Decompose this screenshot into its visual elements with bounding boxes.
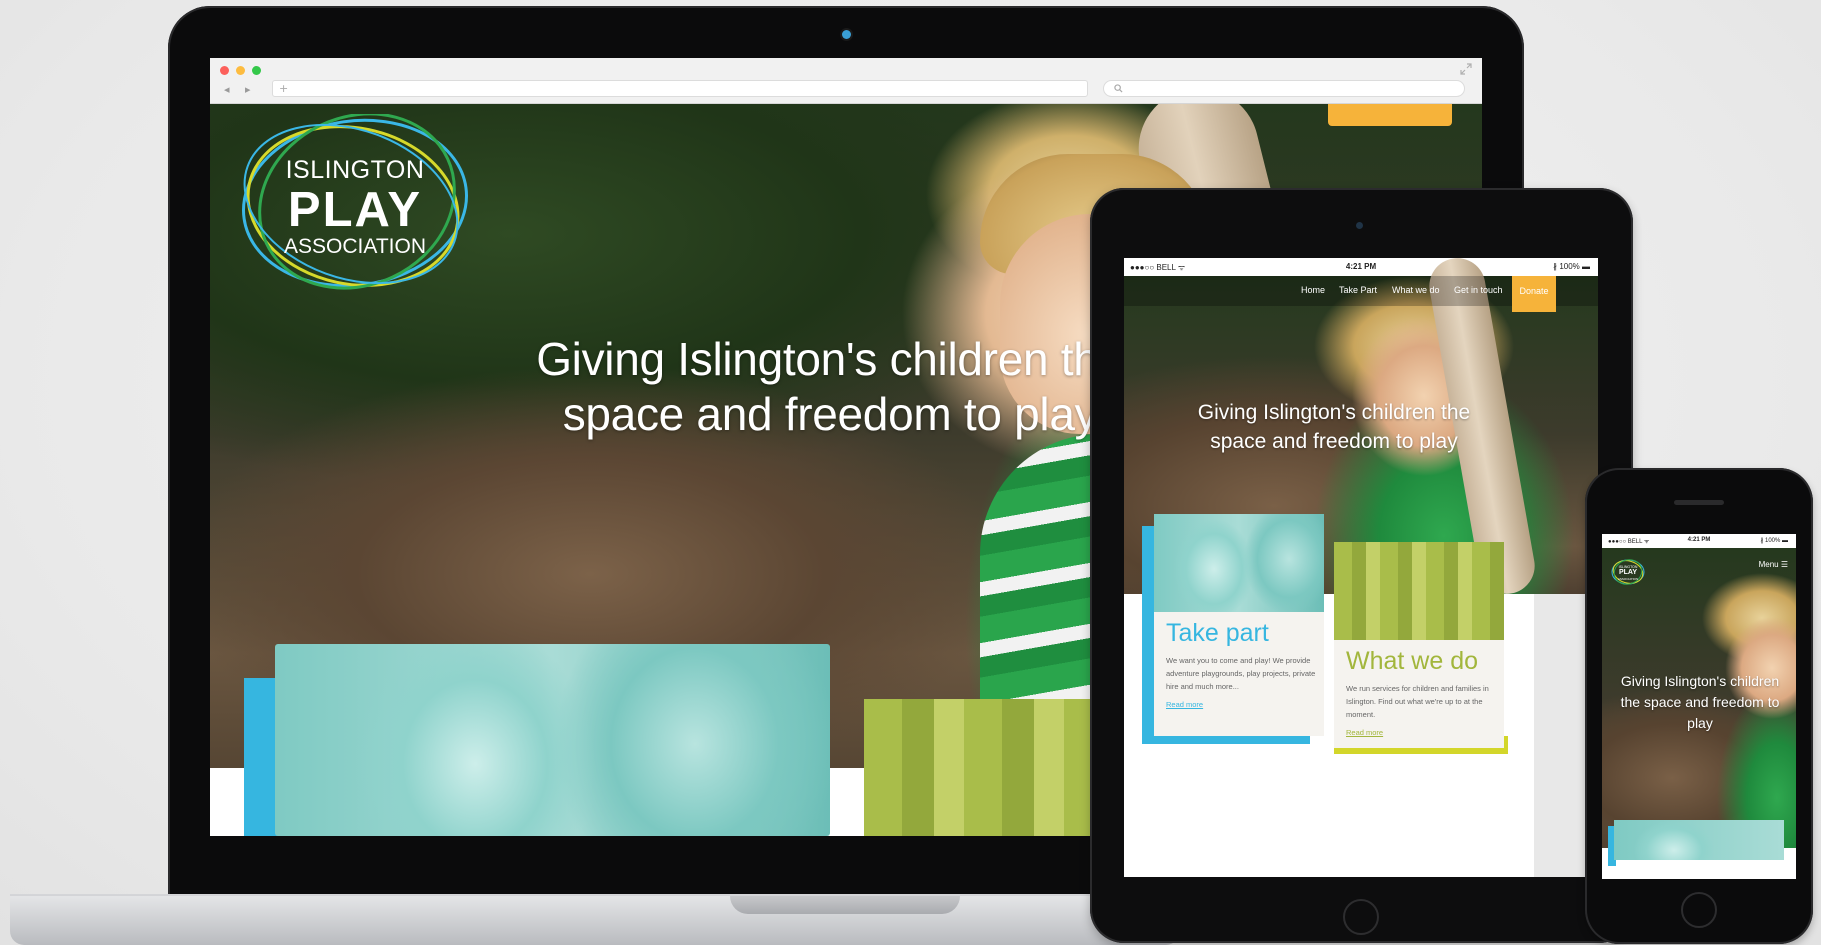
status-time: 4:21 PM <box>1345 262 1377 271</box>
take-part-card-image <box>1154 514 1324 612</box>
take-part-card-title: Take part <box>1166 619 1269 647</box>
logo-text-islington: ISLINGTON <box>285 156 425 184</box>
device-mockup-stage: ◂ ▸ + ISLINGTON PLAY ASSOCIATION Giving … <box>0 0 1821 945</box>
new-tab-icon[interactable]: + <box>279 82 288 95</box>
phone-home-button[interactable] <box>1681 892 1717 928</box>
take-part-card[interactable]: Take part We want you to come and play! … <box>1154 514 1324 736</box>
what-we-do-card-body: We run services for children and familie… <box>1346 684 1489 719</box>
what-we-do-read-more-link[interactable]: Read more <box>1346 728 1383 737</box>
tablet-frame: ●●●○○ BELL ᯤ 4:21 PM ∦ 100% ▬ Home Take … <box>1090 188 1633 943</box>
tablet-camera <box>1356 222 1363 229</box>
browser-chrome: ◂ ▸ + <box>210 58 1482 104</box>
logo-text-association: ASSOCIATION <box>284 235 426 258</box>
expand-icon[interactable] <box>1460 63 1472 75</box>
phone-screen: ●●●○○ BELL ᯤ 4:21 PM ∦ 100% ▬ ISLINGTON … <box>1602 534 1796 879</box>
take-part-read-more-link[interactable]: Read more <box>1166 700 1203 709</box>
search-icon <box>1114 84 1123 93</box>
status-battery: ∦ 100% ▬ <box>1553 262 1590 271</box>
phone-hero-section: ISLINGTON PLAY ASSOCIATION Menu ☰ Giving… <box>1602 548 1796 866</box>
take-part-card-image[interactable] <box>275 644 830 836</box>
what-we-do-card[interactable]: What we do We run services for children … <box>1334 542 1504 748</box>
laptop-base <box>10 896 1180 945</box>
nav-home[interactable]: Home <box>1301 285 1325 295</box>
tablet-status-bar: ●●●○○ BELL ᯤ 4:21 PM ∦ 100% ▬ <box>1124 258 1598 276</box>
tablet-hero-headline: Giving Islington's children the space an… <box>1197 401 1471 453</box>
donate-button[interactable] <box>1328 104 1452 126</box>
nav-take-part[interactable]: Take Part <box>1339 285 1377 295</box>
logo-text-association: ASSOCIATION <box>1617 577 1639 581</box>
phone-frame: ●●●○○ BELL ᯤ 4:21 PM ∦ 100% ▬ ISLINGTON … <box>1585 468 1813 944</box>
site-logo[interactable]: ISLINGTON PLAY ASSOCIATION <box>235 114 475 292</box>
phone-site-logo[interactable]: ISLINGTON PLAY ASSOCIATION <box>1610 558 1646 586</box>
browser-back-forward[interactable]: ◂ ▸ <box>224 83 257 96</box>
nav-get-in-touch[interactable]: Get in touch <box>1454 285 1503 295</box>
phone-hero-headline: Giving Islington's children the space an… <box>1620 673 1780 731</box>
logo-text-play: PLAY <box>1618 569 1638 576</box>
laptop-camera <box>842 30 851 39</box>
nav-donate-button[interactable]: Donate <box>1512 276 1556 312</box>
phone-speaker <box>1674 500 1724 505</box>
address-bar[interactable]: + <box>272 80 1088 97</box>
status-battery: ∦ 100% ▬ <box>1760 538 1788 544</box>
phone-status-bar: ●●●○○ BELL ᯤ 4:21 PM ∦ 100% ▬ <box>1602 534 1796 548</box>
close-window-button[interactable] <box>220 66 229 75</box>
browser-search-field[interactable] <box>1103 80 1465 97</box>
tablet-screen: ●●●○○ BELL ᯤ 4:21 PM ∦ 100% ▬ Home Take … <box>1124 258 1598 877</box>
phone-menu-button[interactable]: Menu ☰ <box>1759 560 1788 569</box>
tablet-home-button[interactable] <box>1343 899 1379 935</box>
hero-headline: Giving Islington's children the space an… <box>536 333 1124 440</box>
logo-text-play: PLAY <box>287 183 423 237</box>
maximize-window-button[interactable] <box>252 66 261 75</box>
what-we-do-card-title: What we do <box>1346 647 1479 675</box>
what-we-do-card-image <box>1334 542 1504 640</box>
laptop-opening-notch <box>730 896 960 914</box>
take-part-card-body: We want you to come and play! We provide… <box>1166 656 1316 691</box>
minimize-window-button[interactable] <box>236 66 245 75</box>
take-part-card-image[interactable] <box>1614 820 1784 860</box>
nav-what-we-do[interactable]: What we do <box>1392 285 1440 295</box>
